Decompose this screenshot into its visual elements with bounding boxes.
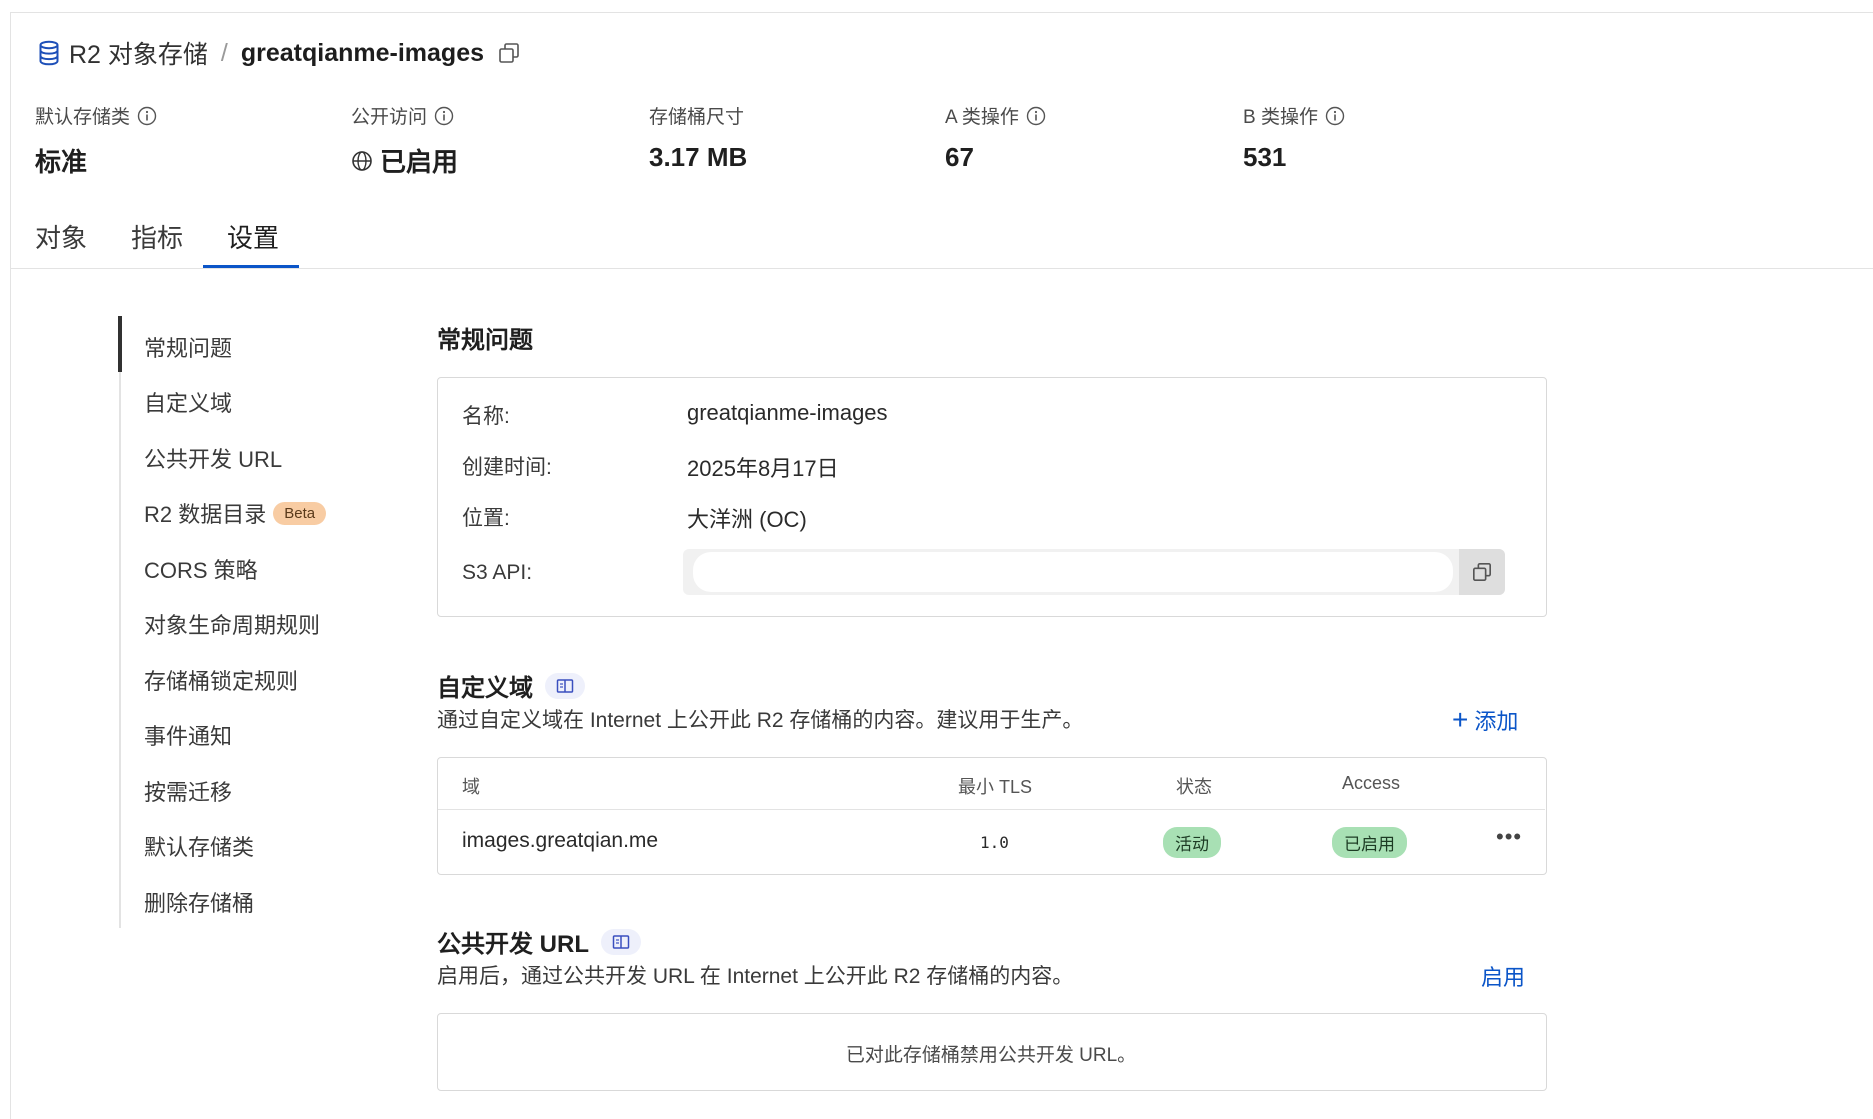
- stat-class-b-ops-value: 531: [1243, 142, 1287, 172]
- docs-link[interactable]: [545, 672, 585, 699]
- public-dev-url-disabled-message: 已对此存储桶禁用公共开发 URL。: [845, 1045, 1137, 1066]
- info-icon[interactable]: [434, 106, 454, 126]
- s3-api-label: S3 API:: [462, 561, 533, 584]
- stat-class-a-ops-label: A 类操作: [945, 102, 1046, 129]
- column-header-min-tls: 最小 TLS: [958, 777, 1033, 797]
- beta-badge: Beta: [273, 501, 327, 525]
- custom-domain-description: 通过自定义域在 Internet 上公开此 R2 存储桶的内容。建议用于生产。: [437, 709, 1084, 732]
- side-nav-track: [119, 316, 121, 928]
- stat-public-access-label: 公开访问: [351, 102, 454, 129]
- s3-api-copy-button[interactable]: [1459, 549, 1505, 595]
- tabs-divider: [10, 268, 1873, 269]
- location-label: 位置:: [462, 507, 510, 530]
- info-icon[interactable]: [1026, 106, 1046, 126]
- side-nav-item-cors[interactable]: CORS 策略: [144, 553, 258, 585]
- stat-public-access-value: 已启用: [351, 142, 458, 179]
- breadcrumb-separator: /: [220, 38, 228, 67]
- plus-icon: +: [1452, 704, 1469, 735]
- info-icon[interactable]: [1325, 106, 1345, 126]
- access-badge: 已启用: [1332, 827, 1407, 858]
- row-actions-menu-button[interactable]: •••: [1496, 824, 1522, 850]
- copy-icon: [1473, 563, 1491, 581]
- name-label: 名称:: [462, 405, 510, 428]
- column-header-domain: 域: [462, 777, 480, 797]
- tab-objects[interactable]: 对象: [35, 218, 87, 255]
- side-nav-active-indicator: [118, 316, 122, 372]
- tab-metrics[interactable]: 指标: [131, 218, 183, 255]
- book-icon: [612, 934, 630, 949]
- general-section-title: 常规问题: [437, 327, 533, 354]
- docs-link[interactable]: [601, 928, 641, 955]
- add-domain-label: 添加: [1474, 709, 1519, 734]
- book-icon: [556, 678, 574, 693]
- breadcrumb: R2 对象存储 / greatqianme-images: [37, 36, 520, 70]
- side-nav-item-delete-bucket[interactable]: 删除存储桶: [144, 886, 254, 918]
- breadcrumb-root-link[interactable]: R2 对象存储: [69, 35, 208, 71]
- stat-bucket-size-label: 存储桶尺寸: [649, 107, 745, 128]
- window-left-border: [10, 12, 11, 1119]
- created-time-value: 2025年8月17日: [687, 456, 839, 481]
- stat-bucket-size-value: 3.17 MB: [649, 142, 748, 172]
- side-nav-item-migration[interactable]: 按需迁移: [144, 775, 232, 807]
- side-nav-item-lifecycle-rules[interactable]: 对象生命周期规则: [144, 608, 320, 640]
- side-nav-item-custom-domain[interactable]: 自定义域: [144, 386, 232, 418]
- public-dev-url-section-title: 公共开发 URL: [437, 924, 641, 959]
- column-header-access: Access: [1342, 773, 1401, 793]
- side-nav-item-event-notifications[interactable]: 事件通知: [144, 719, 232, 751]
- side-nav-item-label: R2 数据目录: [144, 502, 267, 527]
- database-icon: [39, 40, 59, 66]
- side-nav-item-general[interactable]: 常规问题: [144, 331, 232, 363]
- tab-settings[interactable]: 设置: [227, 218, 279, 255]
- table-header-divider: [438, 809, 1545, 810]
- stat-class-b-ops-label: B 类操作: [1243, 102, 1345, 129]
- side-nav-item-public-dev-url[interactable]: 公共开发 URL: [144, 442, 282, 474]
- globe-icon: [352, 150, 372, 171]
- breadcrumb-current: greatqianme-images: [240, 38, 484, 67]
- status-badge: 活动: [1163, 827, 1221, 858]
- info-icon[interactable]: [137, 106, 157, 126]
- domain-cell[interactable]: images.greatqian.me: [462, 829, 658, 853]
- location-value: 大洋洲 (OC): [687, 507, 807, 532]
- column-header-status: 状态: [1176, 777, 1212, 797]
- enable-public-dev-url-button[interactable]: 启用: [1481, 960, 1525, 992]
- created-time-label: 创建时间:: [462, 456, 552, 479]
- side-nav-item-bucket-lock[interactable]: 存储桶锁定规则: [144, 664, 298, 696]
- s3-api-field[interactable]: [683, 549, 1505, 595]
- copy-icon[interactable]: [498, 42, 520, 64]
- side-nav-item-data-catalog[interactable]: R2 数据目录 Beta: [144, 497, 327, 529]
- public-dev-url-description: 启用后，通过公共开发 URL 在 Internet 上公开此 R2 存储桶的内容…: [437, 965, 1074, 988]
- stat-class-a-ops-value: 67: [945, 142, 974, 172]
- s3-api-value-redacted: [693, 552, 1453, 592]
- side-nav-item-default-storage-class[interactable]: 默认存储类: [144, 830, 254, 862]
- min-tls-cell: 1.0: [980, 833, 1009, 852]
- stat-default-storage-class-label: 默认存储类: [35, 102, 157, 129]
- name-value: greatqianme-images: [687, 400, 888, 425]
- window-top-border: [10, 12, 1873, 13]
- add-domain-button[interactable]: + 添加: [1452, 704, 1518, 736]
- stat-default-storage-class-value: 标准: [35, 147, 88, 177]
- custom-domain-section-title: 自定义域: [437, 668, 585, 703]
